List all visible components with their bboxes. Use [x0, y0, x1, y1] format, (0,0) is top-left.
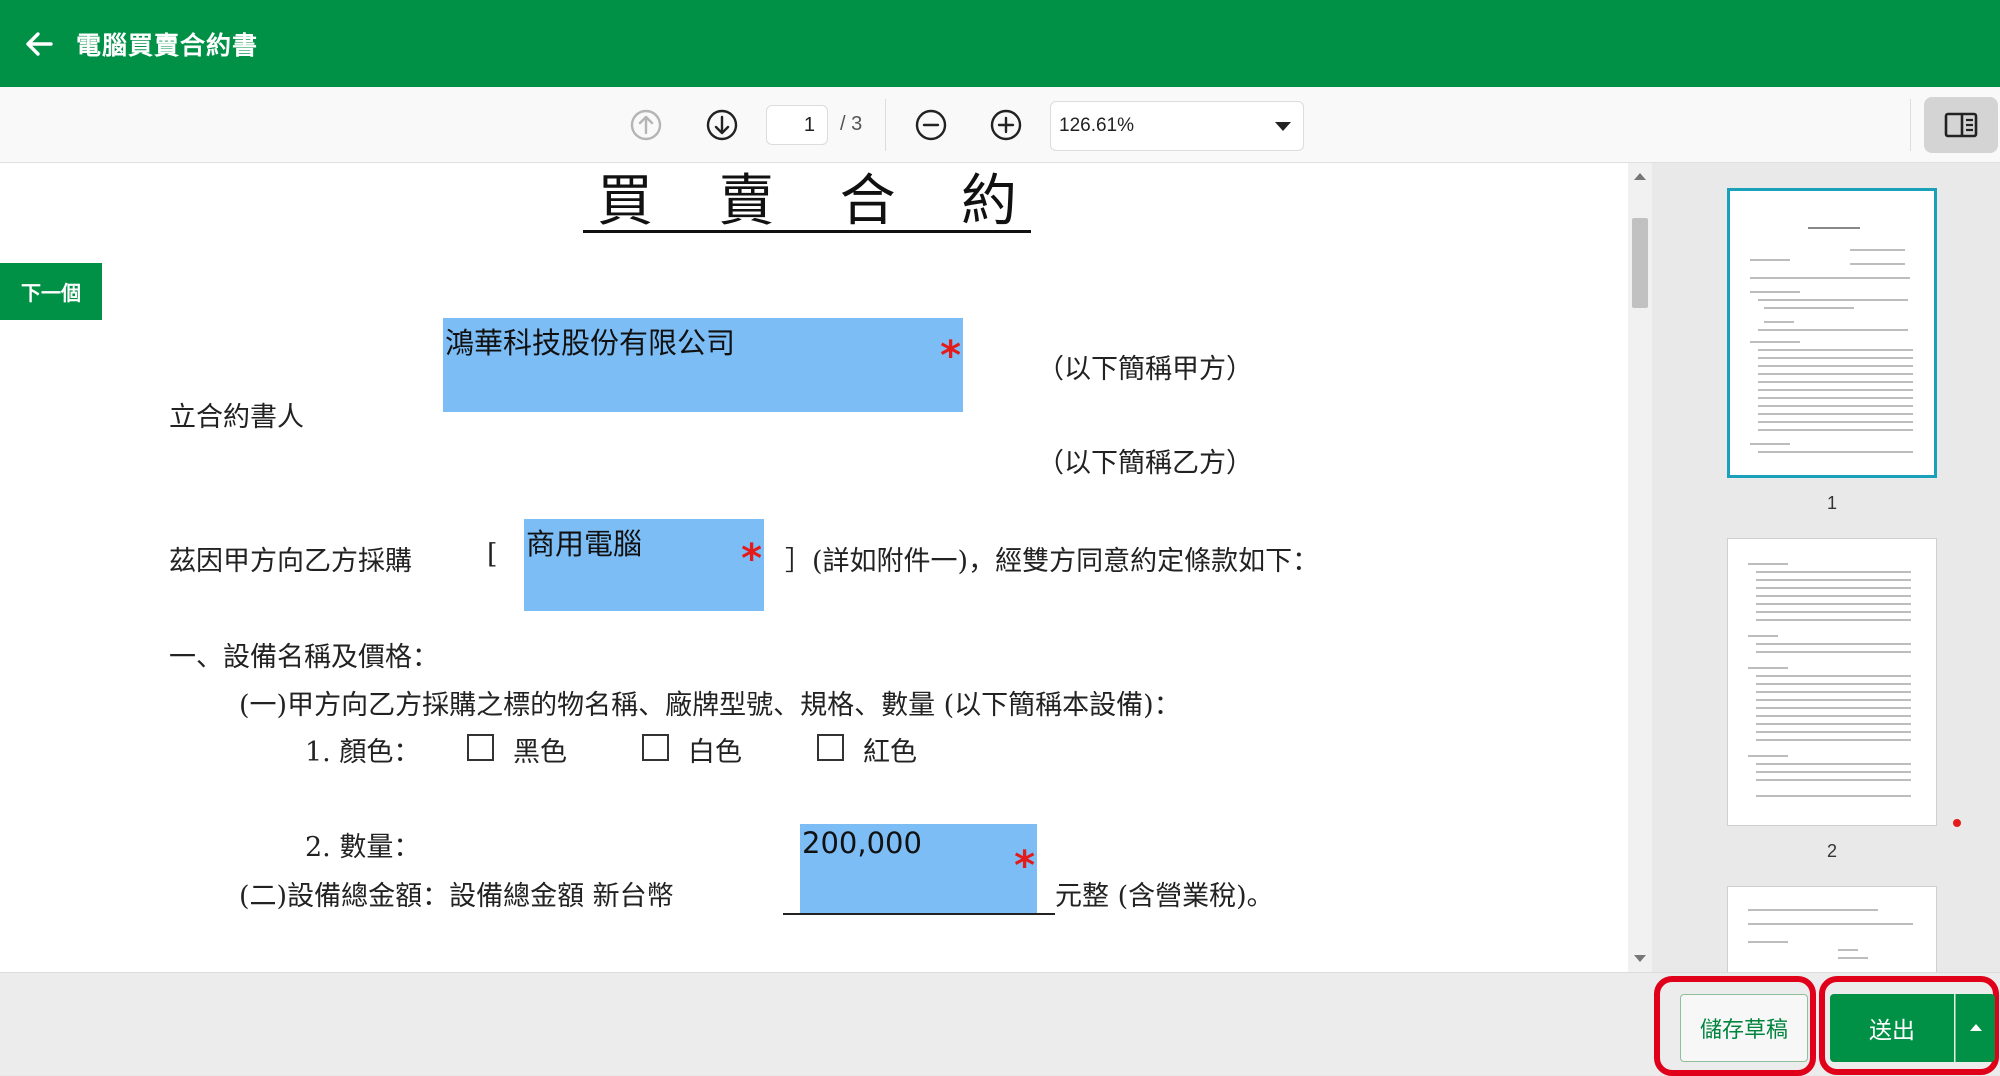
- zoom-select[interactable]: 126.61%: [1050, 101, 1304, 151]
- save-draft-button[interactable]: 儲存草稿: [1680, 994, 1808, 1062]
- color-option-white: 白色: [688, 737, 742, 768]
- title-char: 賣: [718, 169, 775, 234]
- item-description: (一)甲方向乙方採購之標的物名稱、廠牌型號、規格、數量 (以下簡稱本設備)：: [239, 690, 1181, 721]
- zoom-value: 126.61%: [1059, 115, 1135, 136]
- bracket-open: [: [487, 539, 498, 570]
- page-number-input[interactable]: 1: [766, 105, 828, 145]
- amount-field[interactable]: 200,000 *: [800, 824, 1037, 914]
- purchase-suffix: ］(詳如附件一)，經雙方同意約定條款如下：: [785, 546, 1320, 577]
- party-a-value: 鴻華科技股份有限公司: [445, 326, 736, 360]
- plus-circle-icon: [990, 109, 1022, 141]
- thumbnail-label-1: 1: [1826, 493, 1837, 513]
- toolbar-divider: [885, 99, 886, 151]
- arrow-up-circle-icon: [630, 109, 662, 141]
- scroll-thumb[interactable]: [1632, 218, 1648, 308]
- purchase-prefix: 茲因甲方向乙方採購: [169, 546, 412, 577]
- amount-suffix: 元整 (含營業稅)。: [1055, 881, 1274, 912]
- scroll-up-icon[interactable]: [1634, 173, 1646, 180]
- quantity-label: 2. 數量：: [305, 832, 421, 863]
- party-a-field[interactable]: 鴻華科技股份有限公司 *: [443, 318, 963, 412]
- document-viewer: 買 賣 合 約 鴻華科技股份有限公司 * （以下簡稱甲方） 立合約書人 （以下簡…: [0, 163, 1628, 972]
- required-icon: *: [1014, 843, 1035, 889]
- sidebar-toggle-button[interactable]: [1924, 97, 1998, 153]
- required-icon: *: [940, 333, 961, 379]
- document-scrollbar[interactable]: [1628, 163, 1652, 972]
- checkbox-white[interactable]: [642, 734, 669, 761]
- back-button[interactable]: [4, 0, 74, 87]
- zoom-in-button[interactable]: [982, 101, 1030, 149]
- title-char: 合: [839, 169, 896, 234]
- caret-down-icon: [1275, 122, 1291, 131]
- party-a-suffix: （以下簡稱甲方）: [1037, 354, 1253, 385]
- submit-button[interactable]: 送出: [1830, 994, 1954, 1062]
- required-icon: *: [741, 536, 762, 582]
- party-b-suffix: （以下簡稱乙方）: [1037, 448, 1253, 479]
- thumbnail-panel: 1 2: [1652, 163, 2000, 972]
- document-title: 買 賣 合 約: [583, 163, 1031, 234]
- section-heading: 一、設備名稱及價格：: [169, 642, 439, 673]
- amount-label: (二)設備總金額：設備總金額 新台幣: [239, 881, 674, 912]
- toolbar-divider: [1910, 99, 1911, 151]
- checkbox-red[interactable]: [817, 734, 844, 761]
- title-char: 買: [597, 169, 653, 234]
- amount-underline: [783, 913, 1055, 915]
- next-field-button[interactable]: 下一個: [0, 263, 102, 320]
- unfilled-indicator-dot: [1953, 819, 1961, 827]
- prev-page-button[interactable]: [622, 101, 670, 149]
- thumbnail-page-1[interactable]: [1727, 188, 1937, 478]
- zoom-out-button[interactable]: [907, 101, 955, 149]
- arrow-left-icon: [26, 31, 53, 56]
- submit-options-button[interactable]: [1955, 994, 1995, 1062]
- color-option-red: 紅色: [863, 737, 917, 768]
- thumbnail-page-2[interactable]: [1727, 538, 1937, 826]
- product-field[interactable]: 商用電腦 *: [524, 519, 764, 611]
- caret-up-icon: [1970, 1024, 1982, 1031]
- minus-circle-icon: [915, 109, 947, 141]
- pdf-toolbar: 1 / 3 126.61%: [0, 87, 2000, 163]
- arrow-down-circle-icon: [706, 109, 738, 141]
- amount-value: 200,000: [802, 826, 922, 860]
- page-title: 電腦買賣合約書: [76, 30, 259, 60]
- document-page: 買 賣 合 約 鴻華科技股份有限公司 * （以下簡稱甲方） 立合約書人 （以下簡…: [15, 163, 1603, 972]
- checkbox-black[interactable]: [467, 734, 494, 761]
- app-header: 電腦買賣合約書: [0, 0, 2000, 87]
- next-page-button[interactable]: [698, 101, 746, 149]
- thumbnail-page-3[interactable]: [1727, 886, 1937, 972]
- sidebar-panel-icon: [1944, 112, 1978, 138]
- color-option-black: 黑色: [513, 737, 567, 768]
- title-char: 約: [960, 169, 1017, 234]
- page-total: / 3: [840, 113, 863, 135]
- color-label: 1. 顏色：: [305, 737, 421, 768]
- scroll-down-icon[interactable]: [1634, 955, 1646, 962]
- thumbnail-label-2: 2: [1826, 841, 1837, 861]
- product-value: 商用電腦: [526, 527, 643, 561]
- party-label: 立合約書人: [169, 402, 304, 433]
